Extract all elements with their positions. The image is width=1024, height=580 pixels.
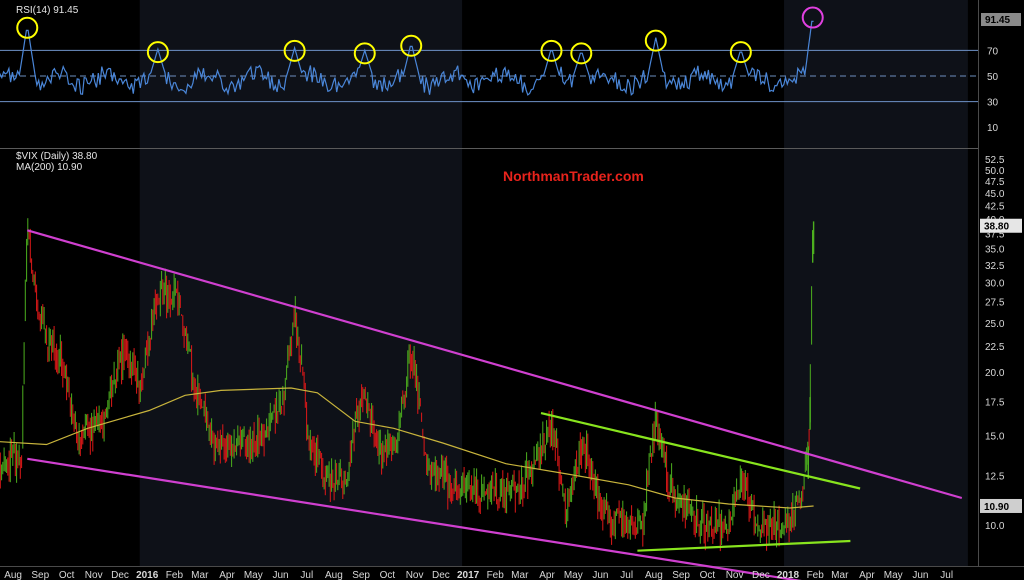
x-tick-label: Mar [831,570,849,580]
x-tick-label: 2016 [136,570,159,580]
vix-rsi-chart: 7050301091.4552.550.047.545.042.540.037.… [0,0,1024,580]
x-tick-label: Nov [406,570,424,580]
x-tick-label: Dec [432,570,450,580]
vix-tick-label: 10.0 [985,521,1005,532]
vix-tick-label: 20.0 [985,368,1005,379]
x-tick-label: Sep [672,570,690,580]
x-tick-label: Jun [592,570,608,580]
rsi-tick-label: 10 [987,123,999,134]
x-tick-label: Dec [752,570,770,580]
ma-legend: MA(200) 10.90 [16,162,83,173]
rsi-legend: RSI(14) 91.45 [16,5,79,16]
x-tick-label: Apr [539,570,555,580]
vix-tick-label: 47.5 [985,177,1005,188]
ma-last-label: 10.90 [984,502,1009,513]
x-tick-label: Oct [700,570,716,580]
vix-tick-label: 45.0 [985,189,1005,200]
x-tick-label: Jul [940,570,953,580]
x-tick-label: Sep [31,570,49,580]
x-tick-label: May [884,570,903,580]
vix-last-label: 38.80 [984,222,1009,233]
vix-tick-label: 22.5 [985,342,1005,353]
rsi-tick-label: 70 [987,46,999,57]
x-tick-label: Oct [380,570,396,580]
rsi-last-label: 91.45 [985,15,1010,26]
vix-tick-label: 52.5 [985,155,1005,166]
vix-tick-label: 25.0 [985,319,1005,330]
x-tick-label: Apr [219,570,235,580]
watermark: NorthmanTrader.com [503,168,644,184]
vix-tick-label: 12.5 [985,472,1005,483]
x-tick-label: Oct [59,570,75,580]
x-tick-label: Aug [645,570,663,580]
x-tick-label: Feb [166,570,184,580]
rsi-tick-label: 30 [987,98,999,109]
x-tick-label: May [244,570,263,580]
x-tick-label: Jun [272,570,288,580]
vix-legend: $VIX (Daily) 38.80 [16,151,98,162]
vix-tick-label: 50.0 [985,166,1005,177]
vix-tick-label: 17.5 [985,397,1005,408]
vix-tick-label: 27.5 [985,298,1005,309]
year-shade-band [784,0,968,566]
x-tick-label: Aug [4,570,22,580]
x-tick-label: Dec [111,570,129,580]
x-tick-label: Mar [191,570,209,580]
x-tick-label: Nov [726,570,744,580]
vix-tick-label: 30.0 [985,279,1005,290]
x-tick-label: Apr [859,570,875,580]
x-tick-label: 2018 [777,570,800,580]
rsi-tick-label: 50 [987,72,999,83]
x-tick-label: Feb [487,570,505,580]
x-tick-label: Jul [620,570,633,580]
x-tick-label: Sep [352,570,370,580]
x-tick-label: May [564,570,583,580]
x-tick-label: 2017 [457,570,480,580]
x-tick-label: Aug [325,570,343,580]
vix-tick-label: 32.5 [985,261,1005,272]
x-tick-label: Mar [511,570,529,580]
x-tick-label: Jun [912,570,928,580]
vix-tick-label: 15.0 [985,432,1005,443]
x-tick-label: Jul [300,570,313,580]
vix-tick-label: 42.5 [985,202,1005,213]
vix-tick-label: 35.0 [985,244,1005,255]
x-tick-label: Nov [85,570,103,580]
x-tick-label: Feb [807,570,825,580]
